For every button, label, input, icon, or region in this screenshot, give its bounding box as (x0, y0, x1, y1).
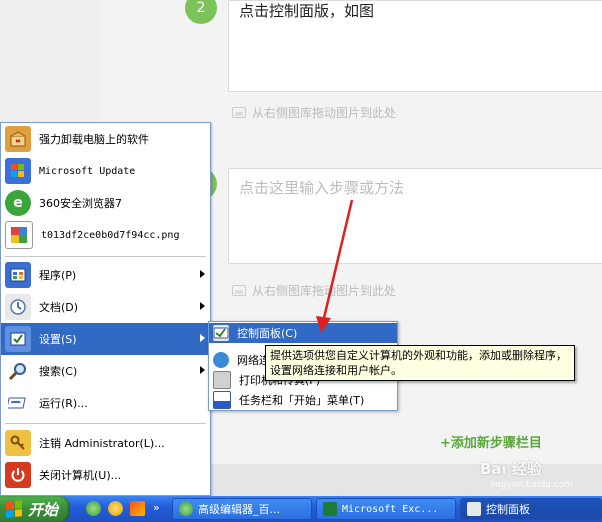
menu-item-programs[interactable]: 程序(P) (1, 259, 210, 291)
settings-icon (5, 326, 31, 352)
menu-item-logoff[interactable]: 注销 Administrator(L)... (1, 427, 210, 459)
menu-item-label: 搜索(C) (39, 365, 78, 378)
search-icon (5, 358, 31, 384)
menu-item-settings[interactable]: 设置(S) (1, 323, 210, 355)
control-panel-icon (213, 325, 229, 341)
task-button-browser[interactable]: 高级编辑器_百... (172, 498, 312, 520)
pinned-item-360-browser[interactable]: e 360安全浏览器7 (1, 187, 210, 219)
printer-icon (213, 371, 231, 389)
step-2-textbox[interactable]: 点击控制面版，如图 (228, 0, 602, 92)
logoff-key-icon (5, 430, 31, 456)
network-icon (213, 352, 229, 368)
start-button-label: 开始 (28, 500, 59, 519)
task-button-excel[interactable]: Microsoft Exc... (316, 498, 456, 520)
menu-separator (5, 256, 206, 257)
quicklaunch-app-icon[interactable] (130, 501, 145, 516)
baidu-watermark: Bai 经验 (480, 460, 542, 478)
360-browser-icon: e (5, 190, 31, 216)
submenu-item-taskbar[interactable]: 任务栏和「开始」菜单(T) (209, 390, 397, 410)
pinned-item-label: 强力卸载电脑上的软件 (39, 133, 149, 146)
control-panel-icon (467, 502, 481, 516)
task-button-label: 高级编辑器_百... (198, 503, 280, 516)
quicklaunch-add-icon[interactable] (108, 501, 123, 516)
menu-item-run[interactable]: 运行(R)... (1, 387, 210, 419)
menu-item-label: 注销 Administrator(L)... (39, 437, 165, 450)
submenu-arrow-icon (200, 302, 205, 310)
menu-item-label: 程序(P) (39, 269, 77, 282)
uninstall-box-icon (5, 126, 31, 152)
start-button[interactable]: 开始 (0, 496, 70, 522)
pinned-item-microsoft-update[interactable]: Microsoft Update (1, 155, 210, 187)
start-menu: 强力卸载电脑上的软件 Microsoft Update e 360安全浏览器7 … (0, 122, 211, 496)
pinned-item-label: Microsoft Update (39, 165, 136, 177)
windows-update-icon (5, 158, 31, 184)
menu-item-label: 文档(D) (39, 301, 79, 314)
quicklaunch-ie-icon[interactable] (86, 501, 101, 516)
task-button-label: 控制面板 (486, 503, 530, 516)
task-button-control-panel[interactable]: 控制面板 (460, 498, 602, 520)
menu-item-label: 运行(R)... (39, 397, 88, 410)
step-3-drag-hint: 从右侧图库拖动图片到此处 (232, 282, 396, 299)
excel-icon (323, 502, 337, 516)
image-placeholder-icon (232, 107, 246, 118)
pinned-item-uninstaller[interactable]: 强力卸载电脑上的软件 (1, 123, 210, 155)
step-2-drag-hint: 从右侧图库拖动图片到此处 (232, 104, 396, 121)
submenu-arrow-icon (200, 334, 205, 342)
menu-separator (5, 423, 206, 424)
task-button-label: Microsoft Exc... (342, 503, 439, 515)
shutdown-icon (5, 462, 31, 488)
quicklaunch-overflow-icon[interactable]: » (153, 501, 160, 514)
submenu-item-label: 任务栏和「开始」菜单(T) (239, 394, 365, 407)
menu-item-label: 设置(S) (39, 333, 77, 346)
baidu-watermark-url: jingyan.baidu.com (490, 480, 574, 490)
pinned-item-png-file[interactable]: t013df2ce0b0d7f94cc.png (1, 219, 210, 251)
submenu-item-label: 控制面板(C) (237, 327, 298, 340)
control-panel-tooltip: 提供选项供您自定义计算机的外观和功能，添加或删除程序，设置网络连接和用户帐户。 (265, 345, 575, 381)
pinned-item-label: t013df2ce0b0d7f94cc.png (41, 229, 180, 241)
taskbar-icon (213, 391, 231, 409)
menu-item-label: 关闭计算机(U)... (39, 469, 122, 482)
menu-item-search[interactable]: 搜索(C) (1, 355, 210, 387)
browser-icon (179, 502, 193, 516)
run-icon (5, 390, 31, 416)
menu-item-shutdown[interactable]: 关闭计算机(U)... (1, 459, 210, 491)
programs-icon (5, 262, 31, 288)
step-2-text: 点击控制面版，如图 (239, 2, 375, 20)
documents-icon (5, 294, 31, 320)
pinned-item-label: 360安全浏览器7 (39, 197, 122, 210)
step-2-badge: 2 (185, 0, 217, 24)
image-file-icon (5, 221, 33, 249)
add-step-link[interactable]: +添加新步骤栏目 (440, 432, 542, 451)
taskbar: 开始 » 高级编辑器_百... Microsoft Exc... 控制面板 (0, 496, 602, 522)
windows-flag-icon (6, 500, 22, 518)
drag-hint-text: 从右侧图库拖动图片到此处 (252, 284, 397, 298)
step-3-textbox[interactable]: 点击这里输入步骤或方法 (228, 168, 602, 264)
menu-item-documents[interactable]: 文档(D) (1, 291, 210, 323)
submenu-arrow-icon (200, 270, 205, 278)
submenu-arrow-icon (200, 366, 205, 374)
drag-hint-text: 从右侧图库拖动图片到此处 (252, 106, 397, 120)
step-3-placeholder: 点击这里输入步骤或方法 (239, 179, 405, 197)
submenu-item-control-panel[interactable]: 控制面板(C) (209, 323, 397, 343)
image-placeholder-icon (232, 285, 246, 296)
step-2-number: 2 (196, 0, 206, 16)
